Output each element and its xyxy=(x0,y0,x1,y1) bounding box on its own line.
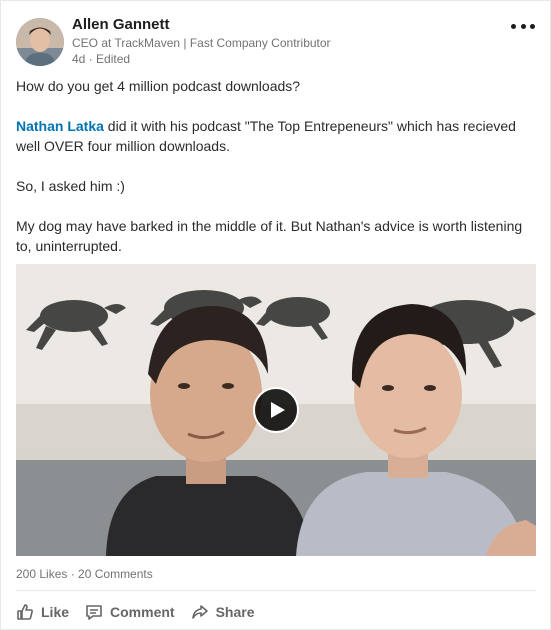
divider xyxy=(16,590,536,591)
post-text-line: My dog may have barked in the middle of … xyxy=(16,218,523,254)
post-text-line: So, I asked him :) xyxy=(16,178,125,194)
play-icon[interactable] xyxy=(253,387,299,433)
count-separator: · xyxy=(67,567,79,581)
post-text-line: How do you get 4 million podcast downloa… xyxy=(16,78,301,94)
like-button[interactable]: Like xyxy=(16,601,69,623)
comment-button[interactable]: Comment xyxy=(85,601,175,623)
post-body: How do you get 4 million podcast downloa… xyxy=(16,76,536,256)
comment-label: Comment xyxy=(110,604,175,620)
comment-icon xyxy=(86,605,102,620)
like-label: Like xyxy=(41,604,70,620)
feed-post-card: Allen Gannett CEO at TrackMaven | Fast C… xyxy=(0,0,551,630)
post-header: Allen Gannett CEO at TrackMaven | Fast C… xyxy=(16,16,536,68)
author-headline: CEO at TrackMaven | Fast Company Contrib… xyxy=(72,36,331,50)
comments-count[interactable]: 20 Comments xyxy=(78,567,153,581)
likes-count[interactable]: 200 Likes xyxy=(16,567,67,581)
share-label: Share xyxy=(215,604,255,620)
mention-link[interactable]: Nathan Latka xyxy=(16,118,104,134)
author-name[interactable]: Allen Gannett xyxy=(72,16,331,34)
author-avatar[interactable] xyxy=(16,18,64,66)
share-icon xyxy=(191,605,208,619)
thumbs-up-icon xyxy=(17,604,33,620)
post-actions: Like Comment Share xyxy=(16,601,271,623)
author-info: Allen Gannett CEO at TrackMaven | Fast C… xyxy=(72,16,331,67)
video-player[interactable] xyxy=(16,264,536,556)
post-timestamp: 4d · Edited xyxy=(72,52,131,66)
social-counts: 200 Likes · 20 Comments xyxy=(16,566,153,582)
share-button[interactable]: Share xyxy=(191,601,255,623)
post-text-paragraph: Nathan Latka did it with his podcast "Th… xyxy=(16,116,536,156)
more-options-icon[interactable] xyxy=(511,18,535,34)
